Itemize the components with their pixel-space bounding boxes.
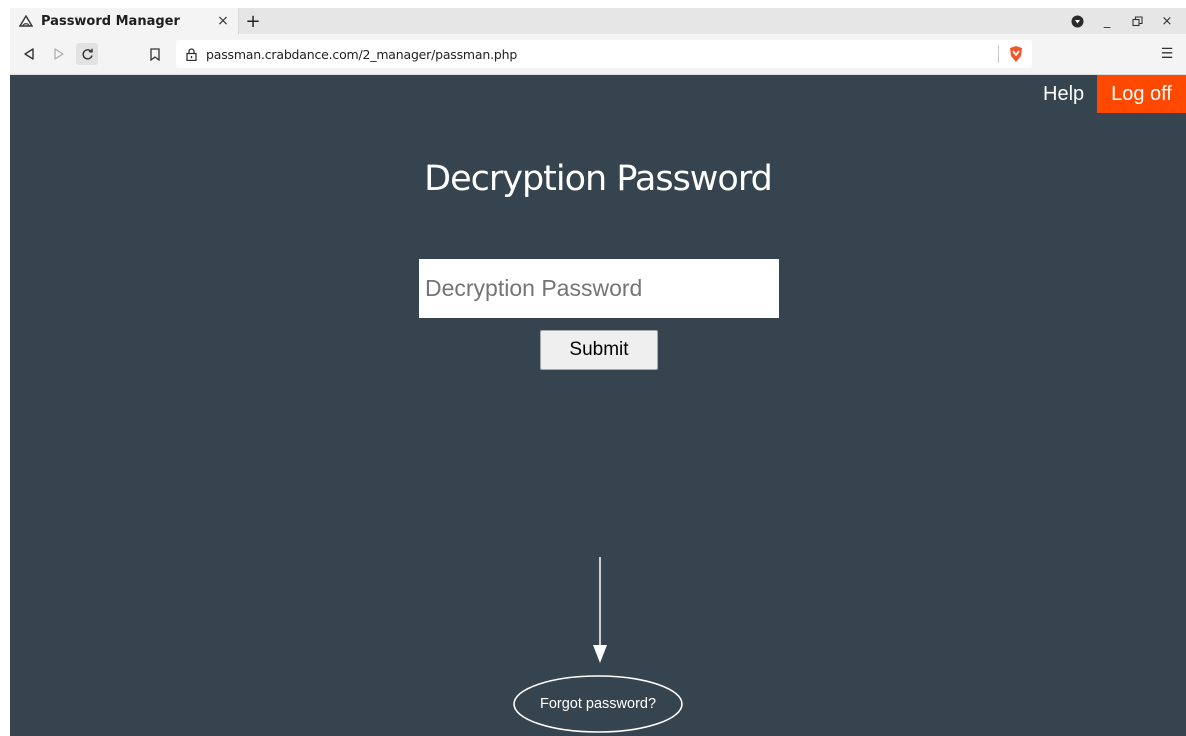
forgot-password-link[interactable]: Forgot password? bbox=[506, 672, 690, 736]
page-content: Help Log off Decryption Password Submit … bbox=[10, 75, 1186, 736]
submit-button[interactable]: Submit bbox=[540, 330, 658, 370]
help-link[interactable]: Help bbox=[1043, 75, 1084, 113]
browser-toolbar: passman.crabdance.com/2_manager/passman.… bbox=[10, 34, 1186, 75]
window-controls: _ × bbox=[1058, 8, 1178, 34]
tab-bar: Password Manager × + _ × bbox=[10, 8, 1186, 34]
new-tab-button[interactable]: + bbox=[242, 10, 264, 32]
forward-icon[interactable] bbox=[48, 43, 70, 65]
minimize-icon[interactable]: _ bbox=[1096, 10, 1118, 32]
tab-title: Password Manager bbox=[41, 13, 180, 29]
brave-shield-icon[interactable] bbox=[1006, 43, 1026, 65]
decryption-password-input[interactable] bbox=[419, 259, 779, 318]
url-text: passman.crabdance.com/2_manager/passman.… bbox=[206, 46, 518, 62]
tab-password-manager[interactable]: Password Manager × bbox=[10, 8, 239, 34]
page-title: Decryption Password bbox=[424, 159, 773, 199]
address-separator bbox=[998, 45, 999, 63]
logoff-button[interactable]: Log off bbox=[1097, 75, 1186, 113]
window-close-icon[interactable]: × bbox=[1156, 10, 1178, 32]
lock-icon bbox=[184, 46, 198, 62]
bookmark-icon[interactable] bbox=[144, 43, 166, 65]
cloud-icon bbox=[19, 14, 33, 28]
brave-rewards-icon[interactable] bbox=[1066, 10, 1088, 32]
tab-close-icon[interactable]: × bbox=[214, 12, 232, 30]
menu-icon[interactable]: ☰ bbox=[1156, 43, 1178, 65]
down-arrow-icon bbox=[593, 557, 607, 663]
back-icon[interactable] bbox=[18, 43, 40, 65]
browser-window: Password Manager × + _ × passman.crabdan… bbox=[0, 0, 1186, 736]
reload-icon[interactable] bbox=[76, 43, 98, 65]
address-bar[interactable]: passman.crabdance.com/2_manager/passman.… bbox=[176, 40, 1032, 68]
restore-icon[interactable] bbox=[1126, 10, 1148, 32]
